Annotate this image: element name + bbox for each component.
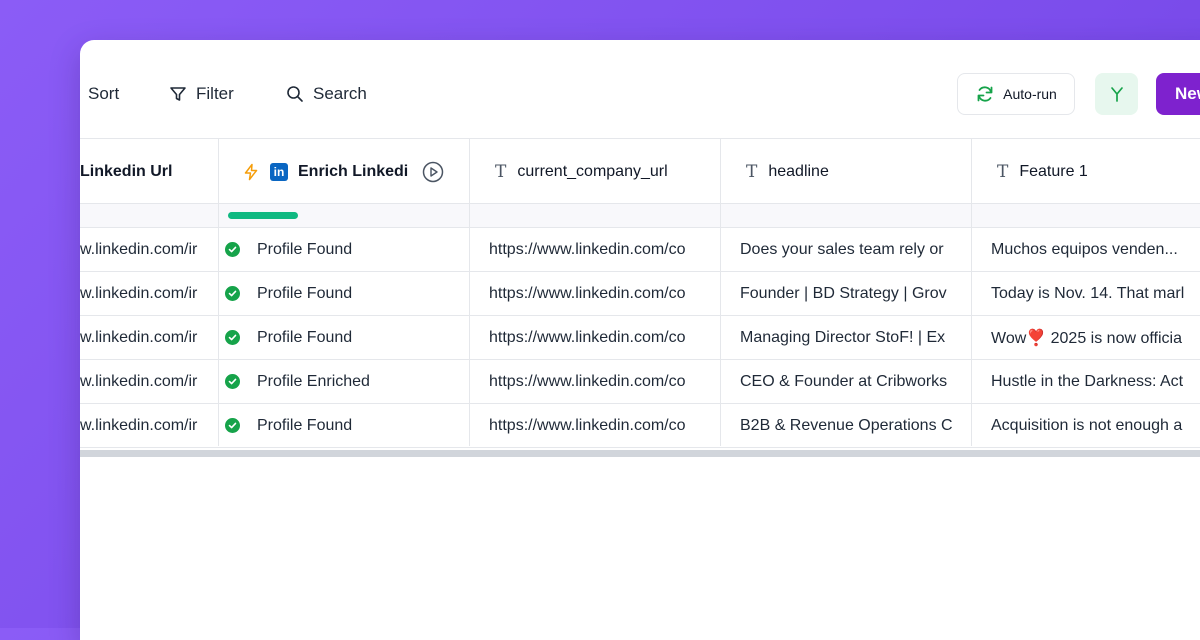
cell-feature-1[interactable]: Wow❣️ 2025 is now officia bbox=[991, 316, 1200, 359]
cell-text: Profile Found bbox=[257, 416, 353, 434]
cell-text: w.linkedin.com/ir bbox=[80, 372, 198, 390]
cell-text: CEO & Founder at Cribworks bbox=[740, 372, 948, 390]
cell-enrich-status[interactable]: Profile Found bbox=[225, 228, 465, 271]
cell-company-url[interactable]: https://www.linkedin.com/co bbox=[489, 404, 715, 447]
merge-icon bbox=[1110, 87, 1123, 102]
cell-feature-1[interactable]: Hustle in the Darkness: Act bbox=[991, 360, 1200, 403]
column-header-label: current_company_url bbox=[517, 163, 668, 180]
cell-headline[interactable]: CEO & Founder at Cribworks bbox=[740, 360, 966, 403]
column-divider bbox=[469, 138, 470, 446]
cell-text: Profile Enriched bbox=[257, 372, 370, 390]
cell-text: https://www.linkedin.com/co bbox=[489, 328, 686, 346]
cell-text: Today is Nov. 14. That marl bbox=[991, 284, 1185, 302]
cell-text: Does your sales team rely or bbox=[740, 240, 944, 258]
check-circle-icon bbox=[225, 374, 240, 389]
text-type-icon: T bbox=[997, 162, 1009, 182]
column-divider bbox=[218, 138, 219, 446]
cell-text: B2B & Revenue Operations C bbox=[740, 416, 953, 434]
column-divider bbox=[720, 138, 721, 446]
new-label: New bbox=[1175, 84, 1200, 103]
cell-linkedin-url[interactable]: w.linkedin.com/ir bbox=[80, 404, 212, 447]
merge-button[interactable] bbox=[1095, 73, 1138, 115]
cell-text: https://www.linkedin.com/co bbox=[489, 416, 686, 434]
filter-label: Filter bbox=[196, 84, 234, 103]
cell-text: https://www.linkedin.com/co bbox=[489, 372, 686, 390]
cell-text: https://www.linkedin.com/co bbox=[489, 284, 686, 302]
search-icon bbox=[287, 86, 303, 102]
cell-text: Hustle in the Darkness: Act bbox=[991, 372, 1184, 390]
toolbar: Sort Filter Search Auto-run Ne bbox=[80, 40, 1200, 138]
cell-text: w.linkedin.com/ir bbox=[80, 240, 198, 258]
play-icon[interactable] bbox=[422, 161, 444, 183]
text-type-icon: T bbox=[746, 162, 758, 182]
cell-enrich-status[interactable]: Profile Found bbox=[225, 316, 465, 359]
cell-text: Profile Found bbox=[257, 328, 353, 346]
cell-text: Profile Found bbox=[257, 240, 353, 258]
cell-headline[interactable]: B2B & Revenue Operations C bbox=[740, 404, 966, 447]
cell-company-url[interactable]: https://www.linkedin.com/co bbox=[489, 316, 715, 359]
cell-feature-1[interactable]: Today is Nov. 14. That marl bbox=[991, 272, 1200, 315]
auto-run-label: Auto-run bbox=[1003, 86, 1057, 102]
cell-linkedin-url[interactable]: w.linkedin.com/ir bbox=[80, 316, 212, 359]
cell-text: Profile Found bbox=[257, 284, 353, 302]
sort-label: Sort bbox=[88, 84, 120, 103]
lightning-icon bbox=[244, 163, 258, 181]
cell-enrich-status[interactable]: Profile Found bbox=[225, 272, 465, 315]
column-header-current-company-url[interactable]: T current_company_url bbox=[495, 139, 725, 205]
column-divider bbox=[971, 138, 972, 446]
check-circle-icon bbox=[225, 286, 240, 301]
horizontal-scrollbar[interactable] bbox=[80, 450, 1200, 457]
cell-company-url[interactable]: https://www.linkedin.com/co bbox=[489, 360, 715, 403]
cell-company-url[interactable]: https://www.linkedin.com/co bbox=[489, 272, 715, 315]
column-header-label: headline bbox=[768, 163, 829, 180]
table-row[interactable]: w.linkedin.com/ir Profile Enriched https:/… bbox=[80, 360, 1200, 404]
search-label: Search bbox=[313, 84, 367, 103]
column-header-linkedin-url[interactable]: Linkedin Url bbox=[80, 139, 212, 205]
cell-text: w.linkedin.com/ir bbox=[80, 284, 198, 302]
enrich-progress-bar bbox=[228, 212, 298, 219]
new-button[interactable]: New bbox=[1156, 73, 1200, 115]
check-circle-icon bbox=[225, 242, 240, 257]
table-row[interactable]: w.linkedin.com/ir Profile Found https://ww… bbox=[80, 272, 1200, 316]
cell-headline[interactable]: Founder | BD Strategy | Grov bbox=[740, 272, 966, 315]
cell-feature-1[interactable]: Muchos equipos venden... bbox=[991, 228, 1200, 271]
app-window: Sort Filter Search Auto-run Ne Linkedin … bbox=[80, 40, 1200, 640]
cell-enrich-status[interactable]: Profile Enriched bbox=[225, 360, 465, 403]
refresh-icon bbox=[977, 86, 993, 102]
search-button[interactable]: Search bbox=[286, 82, 367, 106]
cell-text: w.linkedin.com/ir bbox=[80, 416, 198, 434]
cell-linkedin-url[interactable]: w.linkedin.com/ir bbox=[80, 228, 212, 271]
cell-text: w.linkedin.com/ir bbox=[80, 328, 198, 346]
cell-company-url[interactable]: https://www.linkedin.com/co bbox=[489, 228, 715, 271]
auto-run-button[interactable]: Auto-run bbox=[957, 73, 1075, 115]
cell-text: https://www.linkedin.com/co bbox=[489, 240, 686, 258]
cell-text: Acquisition is not enough a bbox=[991, 416, 1183, 434]
column-header-headline[interactable]: T headline bbox=[746, 139, 976, 205]
cell-headline[interactable]: Does your sales team rely or bbox=[740, 228, 966, 271]
column-header-label: Enrich Linkedi bbox=[298, 163, 409, 180]
text-type-icon: T bbox=[495, 162, 507, 182]
filter-button[interactable]: Filter bbox=[169, 82, 234, 106]
table-row[interactable]: w.linkedin.com/ir Profile Found https://ww… bbox=[80, 228, 1200, 272]
column-header-feature-1[interactable]: T Feature 1 bbox=[997, 139, 1200, 205]
header-row: Linkedin Url in Enrich Linkedi T current… bbox=[80, 138, 1200, 204]
cell-enrich-status[interactable]: Profile Found bbox=[225, 404, 465, 447]
cell-feature-1[interactable]: Acquisition is not enough a bbox=[991, 404, 1200, 447]
filter-icon bbox=[170, 87, 186, 101]
cell-linkedin-url[interactable]: w.linkedin.com/ir bbox=[80, 272, 212, 315]
check-circle-icon bbox=[225, 330, 240, 345]
cell-text: Founder | BD Strategy | Grov bbox=[740, 284, 947, 302]
cell-text: Muchos equipos venden... bbox=[991, 240, 1178, 258]
column-header-label: Linkedin Url bbox=[80, 163, 173, 180]
table-row[interactable]: w.linkedin.com/ir Profile Found https://ww… bbox=[80, 316, 1200, 360]
cell-text: Managing Director StoF! | Ex bbox=[740, 328, 946, 346]
table-row[interactable]: w.linkedin.com/ir Profile Found https://ww… bbox=[80, 404, 1200, 448]
cell-linkedin-url[interactable]: w.linkedin.com/ir bbox=[80, 360, 212, 403]
cell-headline[interactable]: Managing Director StoF! | Ex bbox=[740, 316, 966, 359]
sort-button[interactable]: Sort bbox=[88, 82, 119, 106]
cell-text: Wow❣️ 2025 is now officia bbox=[991, 329, 1182, 347]
check-circle-icon bbox=[225, 418, 240, 433]
column-header-label: Feature 1 bbox=[1019, 163, 1088, 180]
linkedin-logo-icon: in bbox=[270, 163, 288, 181]
